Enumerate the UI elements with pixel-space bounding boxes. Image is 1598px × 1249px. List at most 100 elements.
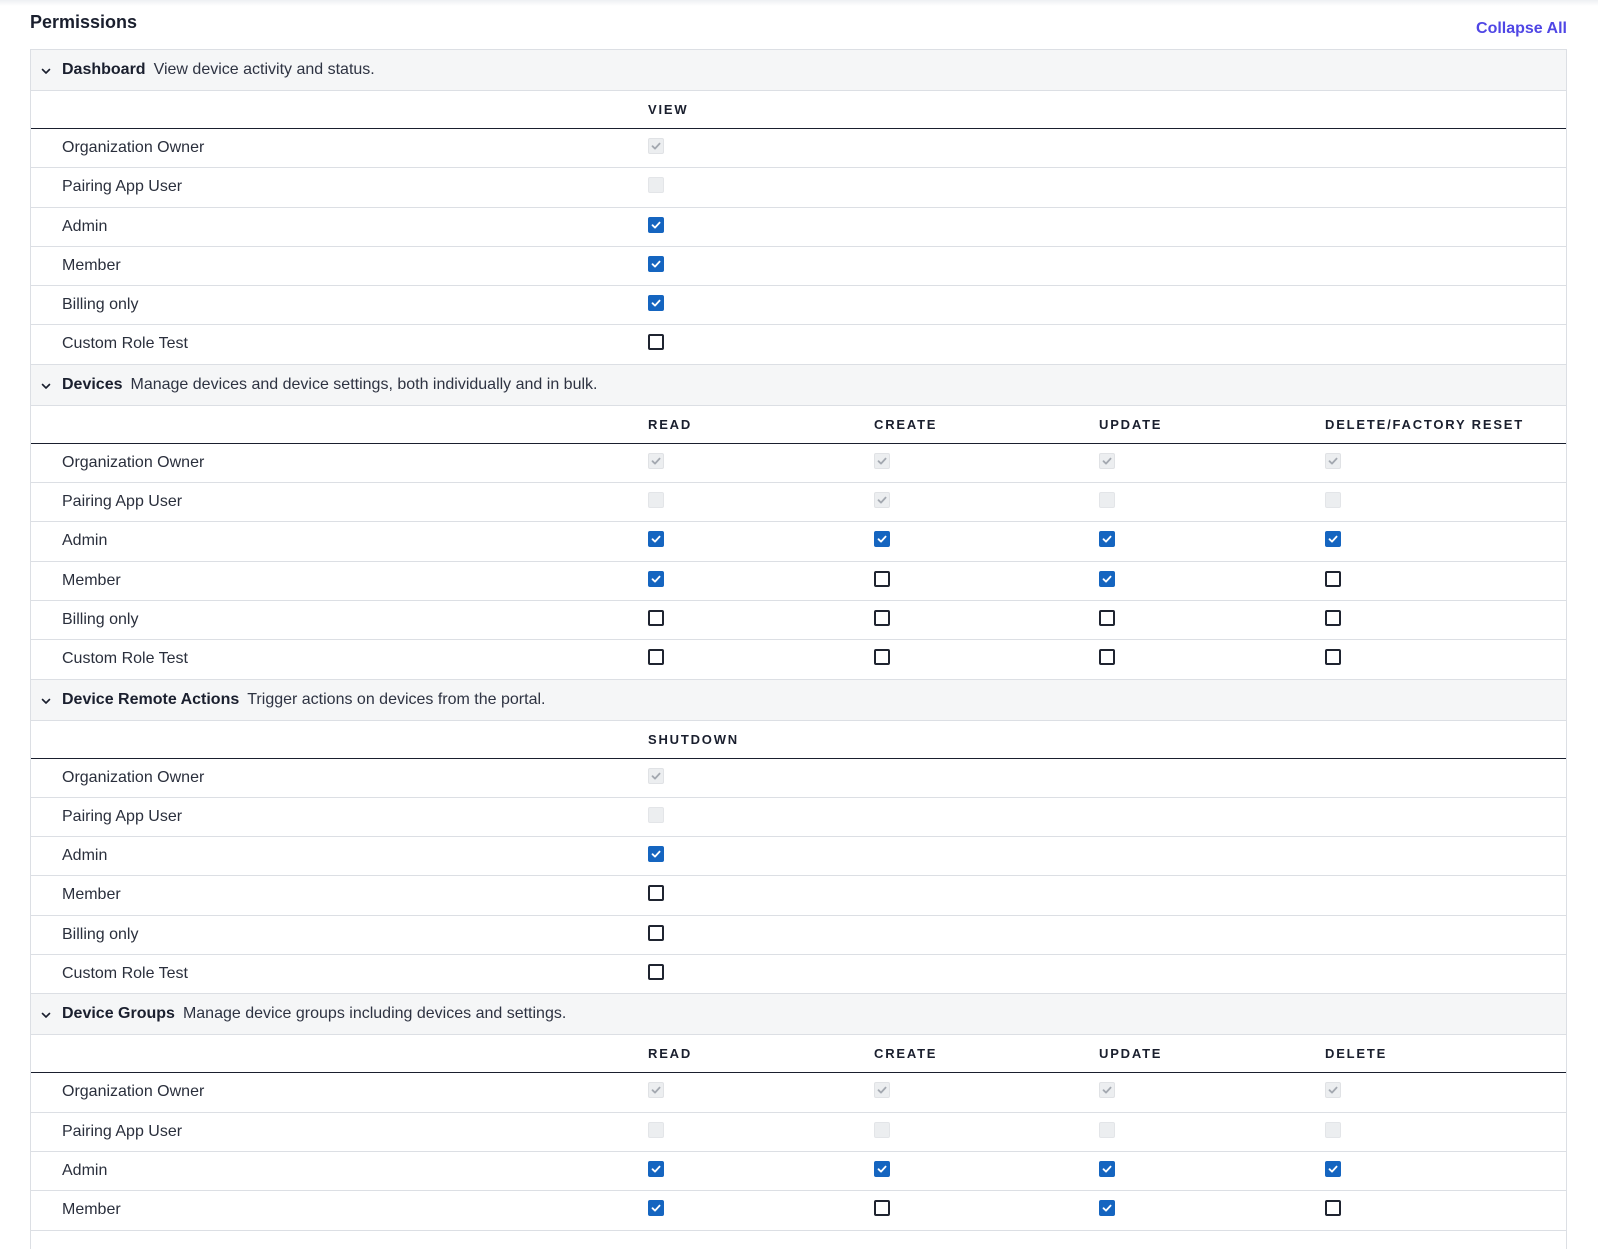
permission-checkbox[interactable] [1099, 531, 1115, 548]
chevron-down-icon[interactable] [40, 1008, 52, 1020]
permission-checkbox [648, 806, 664, 823]
table-row: Custom Role Test [31, 325, 1566, 365]
permission-checkbox[interactable] [1325, 1200, 1341, 1217]
permission-checkbox[interactable] [648, 570, 664, 587]
table-row: Custom Role Test [31, 955, 1566, 995]
role-label: Admin [62, 532, 108, 550]
table-row: Admin [31, 1152, 1566, 1192]
chevron-down-icon[interactable] [40, 379, 52, 391]
table-row: Member [31, 562, 1566, 601]
table-row: Custom Role Test [31, 640, 1566, 680]
permission-checkbox [874, 452, 890, 469]
permission-checkbox [1325, 492, 1341, 509]
permission-checkbox[interactable] [1325, 649, 1341, 666]
role-label: Custom Role Test [62, 335, 188, 353]
role-label: Member [62, 1201, 121, 1219]
permission-checkbox[interactable] [648, 846, 664, 863]
chevron-down-icon[interactable] [40, 64, 52, 76]
permission-checkbox [648, 767, 664, 784]
section-name: Dashboard [62, 61, 146, 78]
role-label: Member [62, 256, 121, 274]
section-header-dashboard[interactable]: Dashboard View device activity and status… [31, 50, 1566, 91]
table-row: Organization Owner [31, 444, 1566, 484]
table-row: Member [31, 1191, 1566, 1231]
section-title: Device Groups Manage device groups includ… [62, 1005, 566, 1023]
column-header: DELETE/FACTORY RESET [1325, 416, 1525, 432]
permission-checkbox[interactable] [648, 334, 664, 351]
permission-checkbox[interactable] [648, 295, 664, 312]
permission-checkbox[interactable] [648, 1160, 664, 1177]
permission-checkbox[interactable] [1099, 1200, 1115, 1217]
permission-checkbox[interactable] [1325, 531, 1341, 548]
table-row: Pairing App User [31, 798, 1566, 838]
permission-checkbox[interactable] [874, 1160, 890, 1177]
permission-checkbox [1099, 452, 1115, 469]
permission-checkbox[interactable] [648, 609, 664, 626]
column-header: VIEW [648, 102, 689, 117]
permission-checkbox[interactable] [648, 1200, 664, 1217]
section-description: Trigger actions on devices from the port… [247, 690, 546, 708]
permission-checkbox [648, 1121, 664, 1138]
table-row: Organization Owner [31, 129, 1566, 169]
permission-checkbox[interactable] [874, 1200, 890, 1217]
role-label: Custom Role Test [62, 965, 188, 983]
permission-checkbox[interactable] [1325, 570, 1341, 587]
permission-checkbox[interactable] [1325, 1160, 1341, 1177]
permission-checkbox[interactable] [1099, 570, 1115, 587]
section-header-device-groups[interactable]: Device Groups Manage device groups includ… [31, 994, 1566, 1036]
permission-checkbox [874, 1121, 890, 1138]
permission-checkbox[interactable] [648, 964, 664, 981]
page-title: Permissions [30, 12, 138, 32]
permission-checkbox[interactable] [1099, 609, 1115, 626]
role-label: Billing only [62, 610, 139, 628]
permission-checkbox[interactable] [648, 531, 664, 548]
role-label: Organization Owner [62, 1083, 205, 1101]
section-title: Device Remote Actions Trigger actions on … [62, 691, 545, 709]
role-label: Organization Owner [62, 453, 205, 471]
role-label: Billing only [62, 296, 139, 314]
section-header-devices[interactable]: Devices Manage devices and device setting… [31, 364, 1566, 406]
permissions-table: Dashboard View device activity and status… [30, 49, 1567, 1249]
role-label: Pairing App User [62, 493, 183, 511]
permission-checkbox[interactable] [648, 216, 664, 233]
permission-checkbox [1325, 1121, 1341, 1138]
permission-checkbox[interactable] [1099, 1160, 1115, 1177]
table-row: Member [31, 876, 1566, 916]
permission-checkbox[interactable] [1325, 609, 1341, 626]
role-label: Member [62, 571, 121, 589]
permission-checkbox[interactable] [874, 531, 890, 548]
permission-checkbox[interactable] [648, 924, 664, 941]
section-header-device-remote-actions[interactable]: Device Remote Actions Trigger actions on … [31, 679, 1566, 721]
table-row: Billing only [31, 601, 1566, 641]
permission-checkbox [648, 452, 664, 469]
permission-checkbox[interactable] [648, 255, 664, 272]
role-label: Admin [62, 847, 108, 865]
permission-checkbox[interactable] [874, 570, 890, 587]
permission-checkbox[interactable] [874, 649, 890, 666]
permission-checkbox [1325, 452, 1341, 469]
section-description: Manage device groups including devices a… [182, 1005, 567, 1023]
column-header: UPDATE [1099, 416, 1163, 432]
permission-checkbox [1325, 1082, 1341, 1099]
column-header: READ [648, 416, 693, 432]
permission-checkbox[interactable] [1099, 649, 1115, 666]
table-row: Organization Owner [31, 759, 1566, 798]
permission-checkbox [1099, 492, 1115, 509]
permission-checkbox[interactable] [648, 885, 664, 902]
permission-checkbox [1099, 1121, 1115, 1138]
table-row: Billing only [31, 286, 1566, 326]
section-title: Devices Manage devices and device setting… [62, 376, 597, 394]
section-name: Device Groups [62, 1005, 175, 1023]
collapse-all-button[interactable]: Collapse All [1476, 20, 1567, 38]
column-header: UPDATE [1099, 1046, 1163, 1062]
permission-checkbox [648, 1082, 664, 1099]
column-header-row: READ CREATE UPDATE DELETE [31, 1035, 1566, 1074]
table-row: Pairing App User [31, 483, 1566, 523]
permission-checkbox[interactable] [874, 609, 890, 626]
permission-checkbox[interactable] [648, 649, 664, 666]
column-header: CREATE [874, 416, 938, 432]
table-row: Pairing App User [31, 1113, 1566, 1152]
column-header: DELETE [1325, 1046, 1388, 1062]
table-row: Billing only [31, 916, 1566, 956]
chevron-down-icon[interactable] [40, 694, 52, 706]
